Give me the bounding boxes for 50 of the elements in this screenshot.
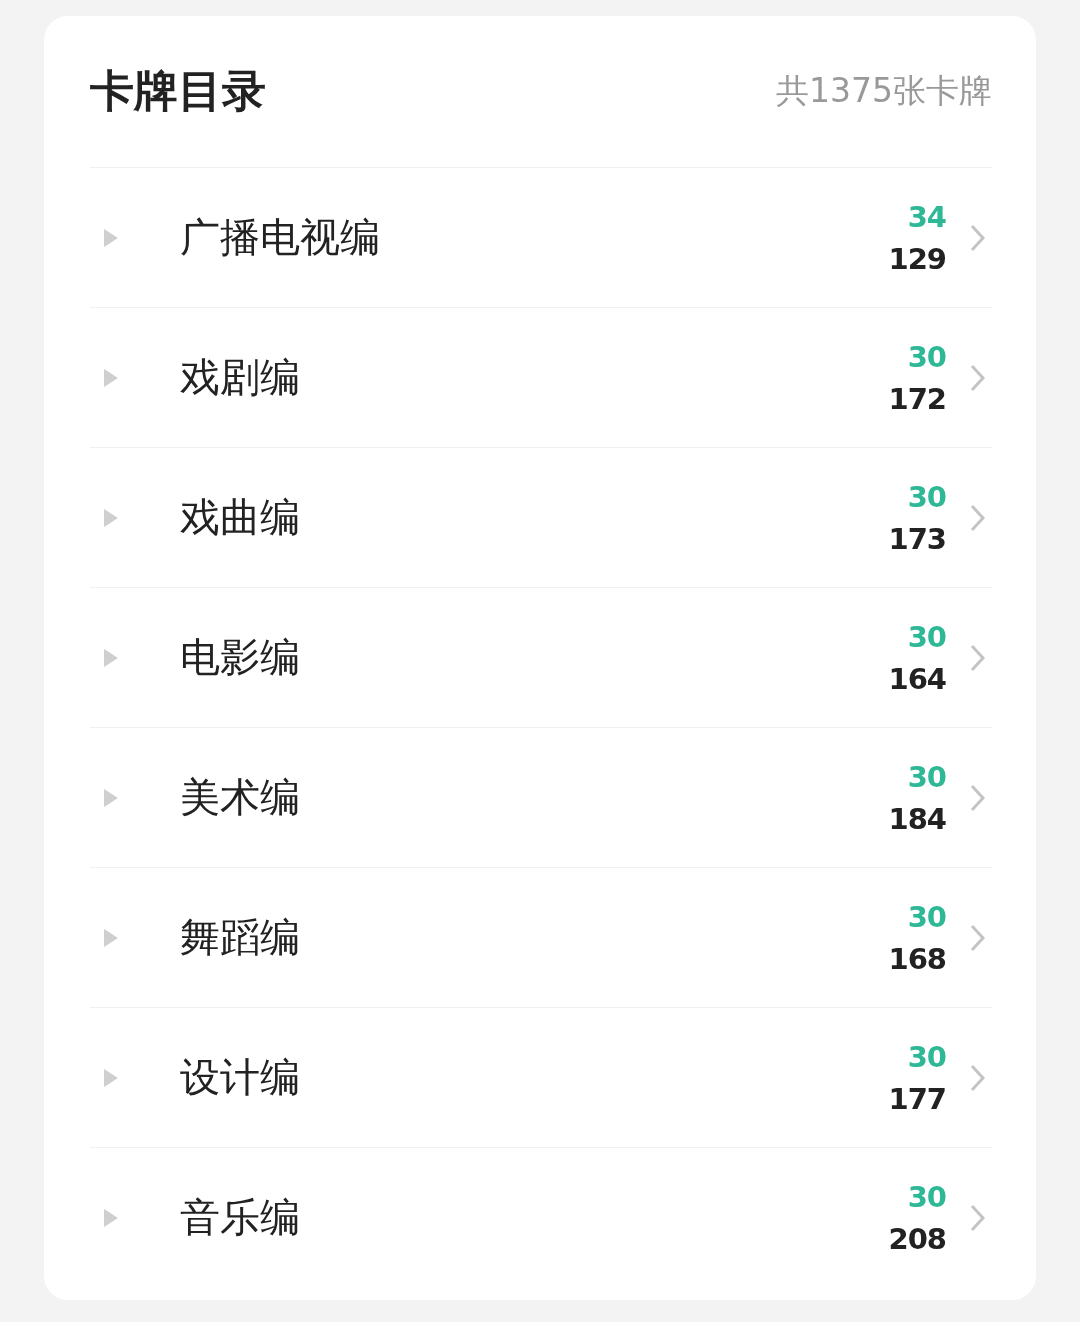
- triangle-icon: [102, 1066, 120, 1089]
- catalog-title: 卡牌目录: [90, 64, 266, 118]
- count-bottom: 208: [888, 1221, 946, 1256]
- chevron-right-icon: [970, 923, 986, 952]
- triangle-icon: [102, 926, 120, 949]
- category-row[interactable]: 广播电视编 34 129: [90, 168, 992, 308]
- chevron-right-icon: [970, 503, 986, 532]
- count-bottom: 177: [888, 1081, 946, 1116]
- chevron-right-icon: [970, 223, 986, 252]
- chevron-right-icon: [970, 643, 986, 672]
- triangle-icon: [102, 366, 120, 389]
- category-name: 美术编: [180, 773, 301, 822]
- count-top: 30: [907, 619, 946, 654]
- count-top: 30: [907, 759, 946, 794]
- chevron-right-icon: [970, 783, 986, 812]
- count-top: 30: [907, 479, 946, 514]
- triangle-icon: [102, 1206, 120, 1229]
- chevron-right-icon: [970, 363, 986, 392]
- category-row[interactable]: 音乐编 30 208: [90, 1148, 992, 1287]
- triangle-icon: [102, 506, 120, 529]
- category-row[interactable]: 戏曲编 30 173: [90, 448, 992, 588]
- category-name: 音乐编: [180, 1193, 301, 1242]
- category-row[interactable]: 设计编 30 177: [90, 1008, 992, 1148]
- count-bottom: 168: [888, 941, 946, 976]
- count-top: 30: [907, 1039, 946, 1074]
- count-top: 30: [907, 1179, 946, 1214]
- count-top: 34: [907, 199, 946, 234]
- chevron-right-icon: [970, 1203, 986, 1232]
- card-total: 共1375张卡牌: [776, 70, 992, 112]
- chevron-right-icon: [970, 1063, 986, 1092]
- triangle-icon: [102, 786, 120, 809]
- triangle-icon: [102, 646, 120, 669]
- count-top: 30: [907, 339, 946, 374]
- count-bottom: 184: [888, 801, 946, 836]
- category-name: 广播电视编: [180, 213, 381, 262]
- category-row[interactable]: 戏剧编 30 172: [90, 308, 992, 448]
- count-bottom: 172: [888, 381, 946, 416]
- count-bottom: 164: [888, 661, 946, 696]
- category-name: 舞蹈编: [180, 913, 301, 962]
- category-row[interactable]: 美术编 30 184: [90, 728, 992, 868]
- category-row[interactable]: 舞蹈编 30 168: [90, 868, 992, 1008]
- count-bottom: 129: [888, 241, 946, 276]
- count-top: 30: [907, 899, 946, 934]
- category-name: 戏剧编: [180, 353, 301, 402]
- triangle-icon: [102, 226, 120, 249]
- count-bottom: 173: [888, 521, 946, 556]
- category-row[interactable]: 电影编 30 164: [90, 588, 992, 728]
- category-name: 设计编: [180, 1053, 301, 1102]
- category-name: 电影编: [180, 633, 301, 682]
- category-name: 戏曲编: [180, 493, 301, 542]
